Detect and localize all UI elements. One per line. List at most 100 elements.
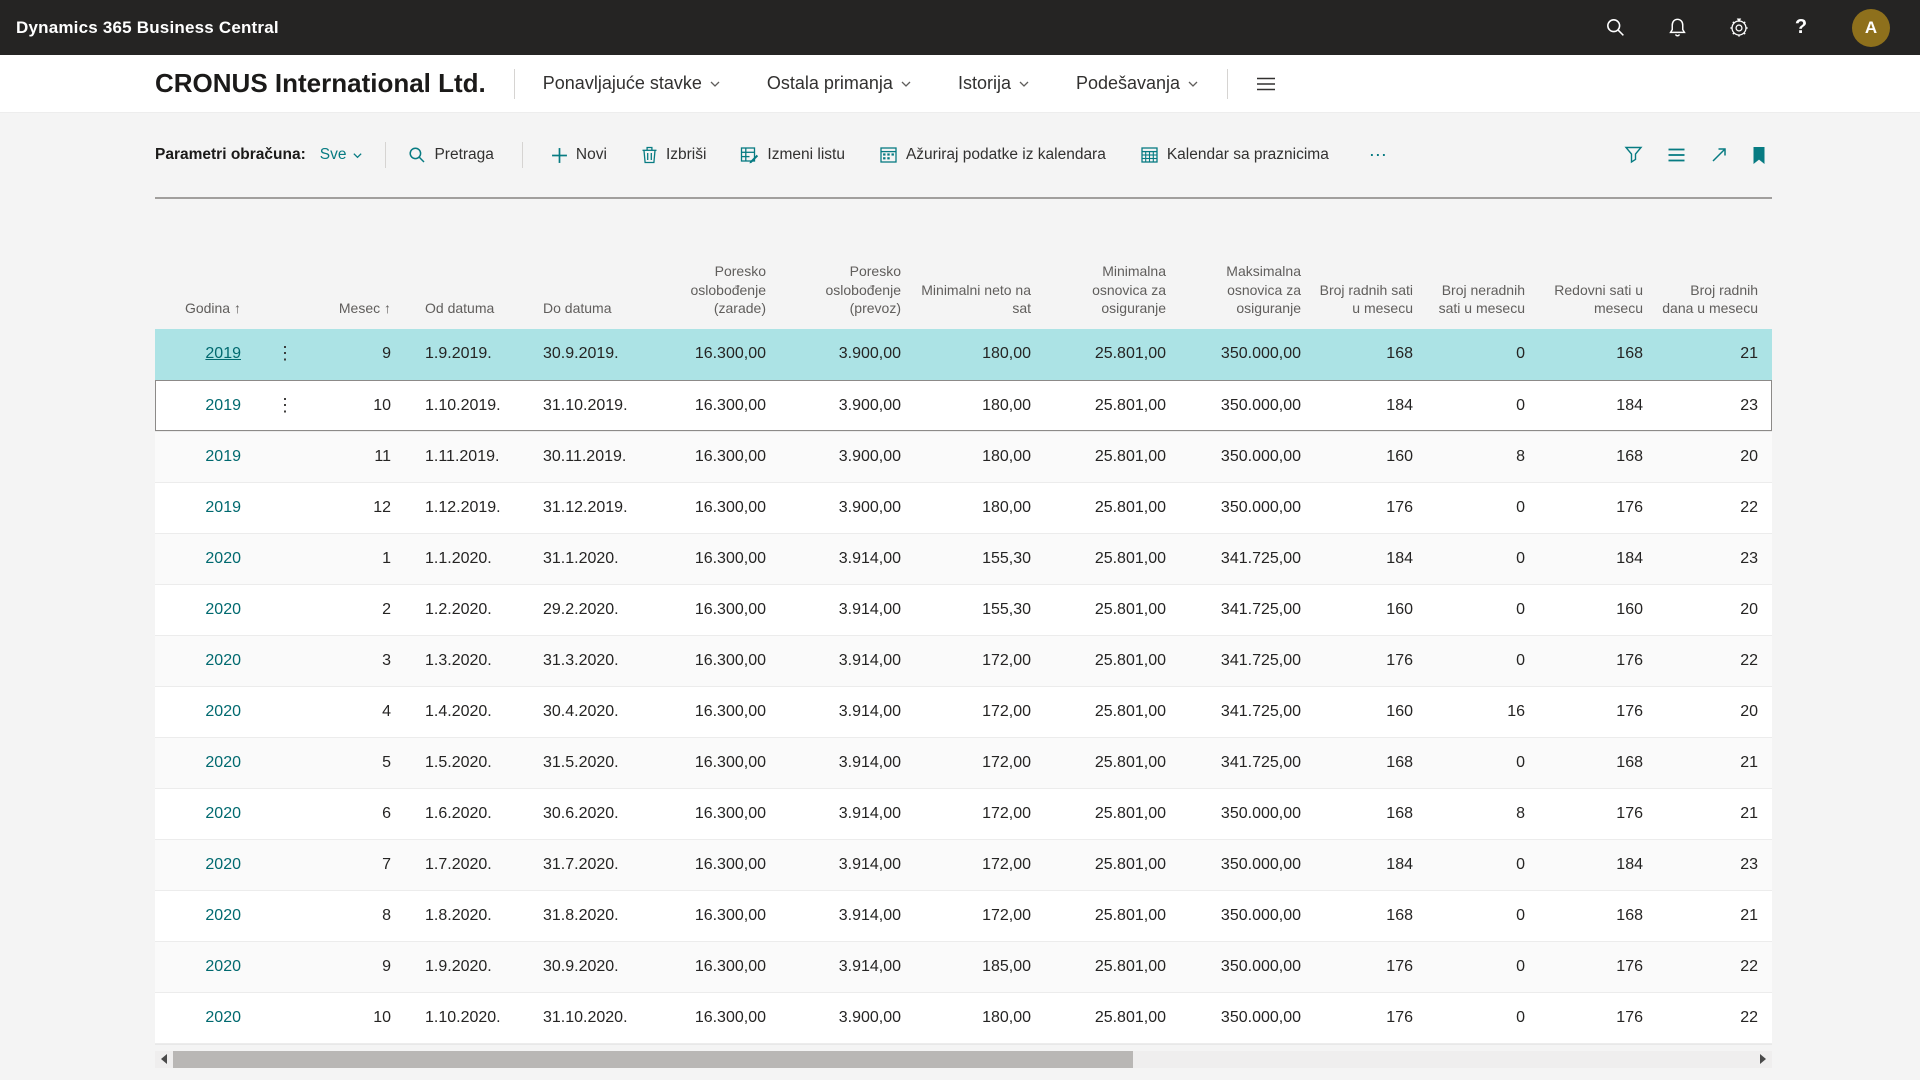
table-cell[interactable]: 3.900,00 (780, 380, 915, 431)
table-cell[interactable]: 20 (1657, 686, 1772, 737)
table-cell[interactable]: 25.801,00 (1045, 992, 1180, 1043)
table-cell[interactable]: 168 (1315, 788, 1427, 839)
new-button[interactable]: Novi (551, 146, 607, 164)
table-row[interactable]: 2019111.11.2019.30.11.2019.16.300,003.90… (155, 431, 1772, 482)
table-cell[interactable]: 0 (1427, 890, 1539, 941)
table-cell[interactable]: 2020 (155, 992, 255, 1043)
column-header[interactable]: Broj radnih dana u mesecu (1657, 199, 1772, 329)
table-cell[interactable]: 25.801,00 (1045, 329, 1180, 380)
table-cell[interactable]: 168 (1539, 737, 1657, 788)
table-cell[interactable]: 0 (1427, 329, 1539, 380)
table-row[interactable]: 202091.9.2020.30.9.2020.16.300,003.914,0… (155, 941, 1772, 992)
year-link[interactable]: 2020 (205, 958, 241, 975)
table-cell[interactable]: 31.8.2020. (523, 890, 655, 941)
scroll-right-arrow-icon[interactable] (1754, 1051, 1772, 1068)
table-cell[interactable]: 2020 (155, 737, 255, 788)
table-cell[interactable]: 16.300,00 (655, 941, 780, 992)
table-cell[interactable]: 16.300,00 (655, 635, 780, 686)
table-cell[interactable]: 0 (1427, 992, 1539, 1043)
column-header[interactable]: Maksimalna osnovica za osiguranje (1180, 199, 1315, 329)
table-cell[interactable]: 160 (1315, 431, 1427, 482)
table-cell[interactable]: 25.801,00 (1045, 380, 1180, 431)
year-link[interactable]: 2019 (205, 448, 241, 465)
table-cell[interactable]: 31.12.2019. (523, 482, 655, 533)
table-cell[interactable]: 176 (1539, 788, 1657, 839)
table-cell[interactable]: 168 (1539, 329, 1657, 380)
table-cell[interactable]: 3.914,00 (780, 737, 915, 788)
table-cell[interactable]: 16.300,00 (655, 431, 780, 482)
table-cell[interactable]: 350.000,00 (1180, 431, 1315, 482)
row-menu-cell[interactable]: ⋮ (255, 329, 315, 380)
table-cell[interactable]: 155,30 (915, 584, 1045, 635)
table-cell[interactable]: 30.11.2019. (523, 431, 655, 482)
table-cell[interactable]: 16.300,00 (655, 686, 780, 737)
year-link[interactable]: 2020 (205, 856, 241, 873)
edit-list-button[interactable]: Izmeni listu (740, 146, 845, 164)
table-cell[interactable]: 0 (1427, 737, 1539, 788)
table-cell[interactable]: 16 (1427, 686, 1539, 737)
table-cell[interactable]: 1.1.2020. (405, 533, 523, 584)
holiday-calendar-button[interactable]: Kalendar sa praznicima (1140, 146, 1329, 164)
table-cell[interactable]: 180,00 (915, 329, 1045, 380)
table-cell[interactable]: 1.4.2020. (405, 686, 523, 737)
table-cell[interactable]: 16.300,00 (655, 737, 780, 788)
table-cell[interactable]: 341.725,00 (1180, 533, 1315, 584)
table-cell[interactable]: 31.1.2020. (523, 533, 655, 584)
table-cell[interactable]: 23 (1657, 839, 1772, 890)
table-cell[interactable]: 2019 (155, 431, 255, 482)
table-cell[interactable]: 25.801,00 (1045, 482, 1180, 533)
table-cell[interactable]: 4 (315, 686, 405, 737)
more-actions-icon[interactable]: ⋯ (1369, 145, 1389, 166)
table-cell[interactable]: 176 (1539, 635, 1657, 686)
table-cell[interactable]: 1.9.2020. (405, 941, 523, 992)
table-cell[interactable]: 7 (315, 839, 405, 890)
table-cell[interactable]: 30.9.2020. (523, 941, 655, 992)
menu-ponavljajuce-stavke[interactable]: Ponavljajuće stavke (543, 73, 721, 94)
table-cell[interactable]: 23 (1657, 533, 1772, 584)
table-cell[interactable]: 16.300,00 (655, 380, 780, 431)
filter-icon[interactable] (1624, 146, 1643, 164)
table-cell[interactable]: 21 (1657, 737, 1772, 788)
row-menu-icon[interactable]: ⋮ (276, 395, 294, 415)
table-cell[interactable]: 176 (1539, 992, 1657, 1043)
table-cell[interactable]: 1.11.2019. (405, 431, 523, 482)
table-cell[interactable]: 2019 (155, 329, 255, 380)
table-cell[interactable]: 0 (1427, 584, 1539, 635)
menu-ostala-primanja[interactable]: Ostala primanja (767, 73, 912, 94)
table-cell[interactable]: 184 (1315, 533, 1427, 584)
table-row[interactable]: 202031.3.2020.31.3.2020.16.300,003.914,0… (155, 635, 1772, 686)
year-link[interactable]: 2020 (205, 601, 241, 618)
table-cell[interactable]: 22 (1657, 992, 1772, 1043)
table-cell[interactable]: 20 (1657, 431, 1772, 482)
table-cell[interactable]: 1.8.2020. (405, 890, 523, 941)
year-link[interactable]: 2019 (205, 397, 241, 414)
help-icon[interactable]: ? (1790, 17, 1812, 39)
table-cell[interactable]: 30.6.2020. (523, 788, 655, 839)
table-cell[interactable]: 16.300,00 (655, 329, 780, 380)
table-cell[interactable]: 176 (1315, 941, 1427, 992)
table-cell[interactable]: 16.300,00 (655, 482, 780, 533)
table-cell[interactable]: 350.000,00 (1180, 941, 1315, 992)
bookmark-icon[interactable] (1752, 146, 1766, 165)
table-cell[interactable]: 30.4.2020. (523, 686, 655, 737)
year-link[interactable]: 2020 (205, 754, 241, 771)
search-button[interactable]: Pretraga (408, 146, 493, 164)
notifications-icon[interactable] (1666, 17, 1688, 39)
table-cell[interactable]: 341.725,00 (1180, 635, 1315, 686)
table-cell[interactable]: 25.801,00 (1045, 533, 1180, 584)
table-cell[interactable]: 176 (1539, 686, 1657, 737)
row-menu-icon[interactable]: ⋮ (276, 343, 294, 363)
table-cell[interactable]: 155,30 (915, 533, 1045, 584)
table-cell[interactable]: 180,00 (915, 992, 1045, 1043)
year-link[interactable]: 2020 (205, 1009, 241, 1026)
table-cell[interactable]: 185,00 (915, 941, 1045, 992)
table-row[interactable]: 202011.1.2020.31.1.2020.16.300,003.914,0… (155, 533, 1772, 584)
table-cell[interactable]: 25.801,00 (1045, 890, 1180, 941)
table-cell[interactable]: 2019 (155, 482, 255, 533)
table-cell[interactable]: 2 (315, 584, 405, 635)
table-cell[interactable]: 1.7.2020. (405, 839, 523, 890)
table-cell[interactable]: 1.9.2019. (405, 329, 523, 380)
table-cell[interactable]: 172,00 (915, 635, 1045, 686)
table-cell[interactable]: 12 (315, 482, 405, 533)
table-cell[interactable]: 21 (1657, 890, 1772, 941)
